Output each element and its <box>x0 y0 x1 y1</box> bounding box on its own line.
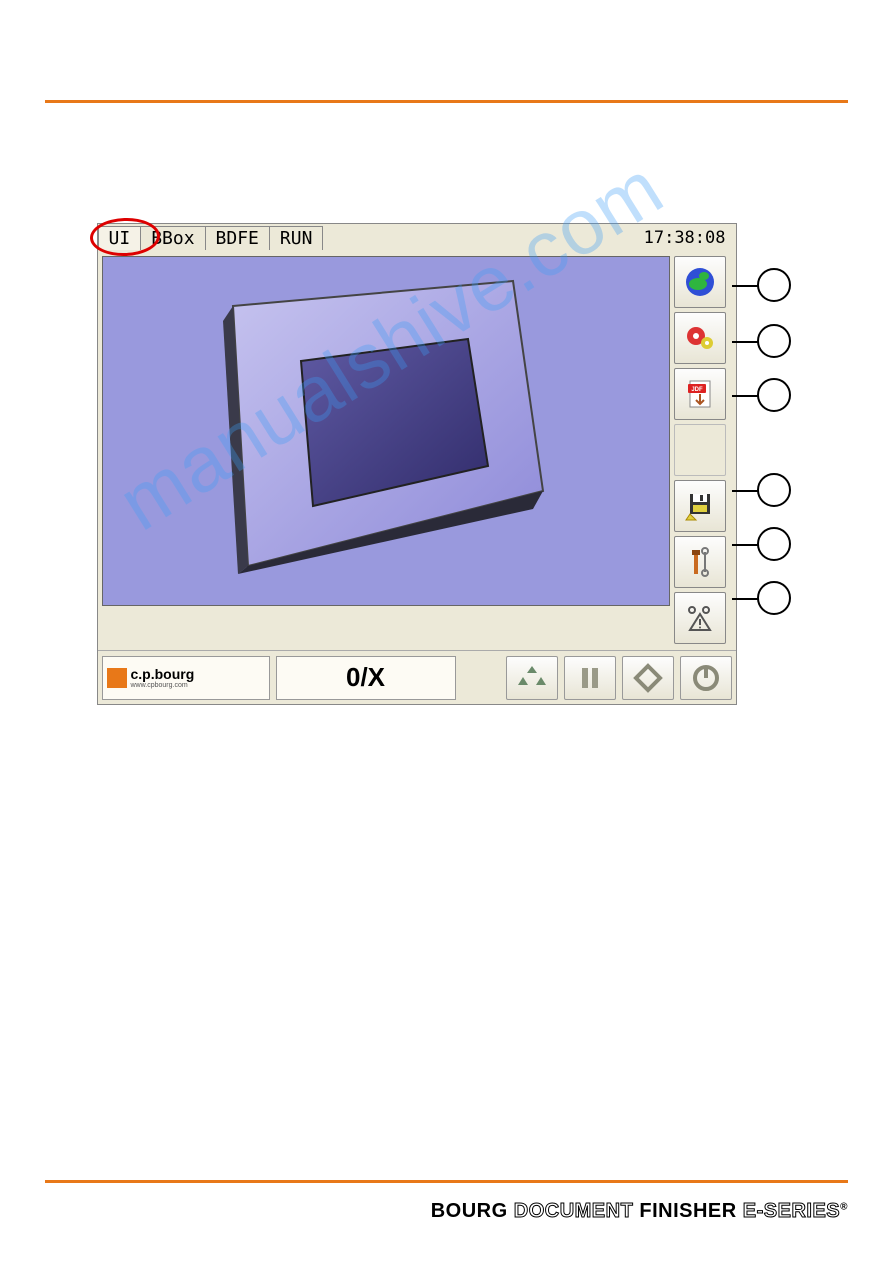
save-button[interactable] <box>674 480 726 532</box>
clock: 17:38:08 <box>644 228 736 248</box>
logo-square <box>107 668 127 688</box>
footer-word-1: BOURG <box>431 1200 508 1222</box>
brand-logo: c.p.bourgwww.cpbourg.com <box>102 656 270 700</box>
pdf-icon: JDF <box>682 376 718 412</box>
brand-name: c.p.bourg <box>131 666 195 682</box>
callout-line-3 <box>732 395 758 397</box>
stop-icon <box>691 663 721 693</box>
globe-icon <box>682 264 718 300</box>
callout-5 <box>757 527 791 561</box>
callout-3 <box>757 378 791 412</box>
top-rule <box>45 100 848 103</box>
hmi-screen: UI BBox BDFE RUN 17:38:08 <box>97 223 737 705</box>
save-icon <box>682 488 718 524</box>
footer-word-4: E-SERIES <box>743 1200 840 1222</box>
device-viewport <box>102 256 670 606</box>
pause-button[interactable] <box>564 656 616 700</box>
empty-slot <box>674 424 726 476</box>
pdf-button[interactable]: JDF <box>674 368 726 420</box>
device-3d-render <box>163 271 563 591</box>
tools-button[interactable] <box>674 536 726 588</box>
recycle-icon <box>515 661 549 695</box>
callout-line-5 <box>732 544 758 546</box>
pause-icon <box>576 664 604 692</box>
callout-6 <box>757 581 791 615</box>
callout-line-2 <box>732 341 758 343</box>
svg-text:JDF: JDF <box>691 387 703 393</box>
warning-button[interactable] <box>674 592 726 644</box>
play-icon <box>633 663 663 693</box>
callout-4 <box>757 473 791 507</box>
footer-reg: ® <box>840 1201 848 1212</box>
globe-button[interactable] <box>674 256 726 308</box>
tab-bdfe[interactable]: BDFE <box>205 226 270 250</box>
recycle-button[interactable] <box>506 656 558 700</box>
gears-icon <box>682 320 718 356</box>
tools-icon <box>682 544 718 580</box>
play-button[interactable] <box>622 656 674 700</box>
side-toolbar: JDF <box>674 256 732 646</box>
tab-bar: UI BBox BDFE RUN 17:38:08 <box>98 224 736 252</box>
bottom-rule <box>45 1180 848 1183</box>
counter-display: 0/X <box>276 656 456 700</box>
callout-line-4 <box>732 490 758 492</box>
callout-1 <box>757 268 791 302</box>
screenshot-figure: UI BBox BDFE RUN 17:38:08 <box>97 223 797 705</box>
footer-word-3: FINISHER <box>639 1200 736 1222</box>
bottom-bar: c.p.bourgwww.cpbourg.com 0/X <box>98 650 736 704</box>
brand-url: www.cpbourg.com <box>131 682 195 689</box>
callout-2 <box>757 324 791 358</box>
footer-word-2: DOCUMENT <box>514 1200 634 1222</box>
callout-line-1 <box>732 285 758 287</box>
callout-line-6 <box>732 598 758 600</box>
footer-title: BOURG DOCUMENT FINISHER E-SERIES® <box>431 1200 848 1223</box>
tab-run[interactable]: RUN <box>269 226 324 250</box>
stop-button[interactable] <box>680 656 732 700</box>
gears-button[interactable] <box>674 312 726 364</box>
warning-icon <box>682 600 718 636</box>
